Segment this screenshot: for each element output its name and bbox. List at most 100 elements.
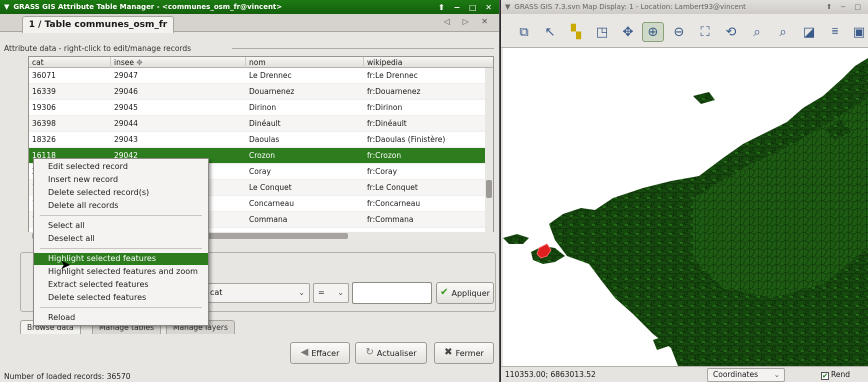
map-canvas[interactable] (503, 48, 868, 366)
checkmark-icon: ✔ (440, 287, 449, 298)
menu-item-reload[interactable]: Reload (34, 312, 208, 324)
table-cell-wikipedia: fr:Le Conquet (367, 183, 418, 192)
column-header-nom[interactable]: nom (246, 57, 364, 68)
table-cell-nom: Dinéault (249, 119, 281, 128)
sort-indicator-icon: ✥ (136, 58, 143, 67)
table-cell-insee: 29045 (114, 103, 138, 112)
zoom-layer-icon[interactable]: ⌕ (772, 22, 794, 42)
chevron-down-icon: ⌄ (773, 370, 780, 379)
table-row[interactable]: 36398 29044 Dinéault fr:Dinéault (29, 116, 493, 132)
west-tip (503, 234, 529, 244)
context-menu: Edit selected record Insert new record D… (33, 158, 209, 326)
table-cell-wikipedia: fr:Dirinon (367, 103, 403, 112)
right-window-controls[interactable]: ⬆ − □ (826, 3, 864, 11)
zoom-out-icon[interactable]: ⊖ (668, 22, 690, 42)
menu-separator (40, 215, 202, 216)
map-display-window: ▼ GRASS GIS 7.3.svn Map Display: 1 - Loc… (501, 0, 868, 382)
query-icon[interactable]: ◳ (591, 22, 613, 42)
table-cell-nom: Daoulas (249, 135, 280, 144)
table-cell-insee: 29044 (114, 119, 138, 128)
table-row[interactable]: 19306 29045 Dirinon fr:Dirinon (29, 100, 493, 116)
left-titlebar[interactable]: ▼ GRASS GIS Attribute Table Manager - <c… (0, 0, 499, 14)
erase-icon: ◀ (300, 347, 309, 358)
pointer-icon[interactable]: ↖ (539, 22, 561, 42)
grid-vertical-scrollbar[interactable] (485, 68, 493, 235)
render-checkbox[interactable]: ✔ Rend (821, 370, 850, 380)
sql-value-input[interactable] (352, 282, 432, 304)
menu-item-extract-selected-features[interactable]: Extract selected features (34, 279, 208, 291)
decorations-icon[interactable]: ▣ (848, 22, 868, 42)
table-cell-wikipedia: fr:Concarneau (367, 199, 421, 208)
table-cell-nom: Dirinon (249, 103, 277, 112)
clear-button[interactable]: ◀ Effacer (290, 342, 350, 364)
vertical-scroll-thumb[interactable] (486, 180, 492, 198)
menu-item-edit-selected-record[interactable]: Edit selected record (34, 161, 208, 173)
table-cell-cat: 16339 (32, 87, 56, 96)
zoom-options-icon[interactable]: ⌕ (746, 22, 768, 42)
table-row[interactable]: 36071 29047 Le Drennec fr:Le Drennec (29, 68, 493, 84)
grid-header: cat insee ✥ nom wikipedia (29, 57, 493, 68)
zoom-back-icon[interactable]: ⟲ (720, 22, 742, 42)
table-cell-cat: 18326 (32, 135, 56, 144)
island (693, 92, 715, 104)
table-cell-insee: 29047 (114, 71, 138, 80)
map-statusbar: 110353.00; 6863013.52 Coordinates ⌄ ✔ Rend (501, 366, 868, 382)
table-cell-insee: 29043 (114, 135, 138, 144)
table-cell-cat: 36071 (32, 71, 56, 80)
sql-operator-select[interactable]: = ⌄ (313, 283, 349, 303)
table-row[interactable]: 16339 29046 Douarnenez fr:Douarnenez (29, 84, 493, 100)
table-cell-wikipedia: fr:Le Drennec (367, 71, 418, 80)
refresh-button[interactable]: ↻ Actualiser (355, 342, 427, 364)
table-cell-nom: Le Drennec (249, 71, 292, 80)
select-features-icon[interactable]: ▚ (565, 22, 587, 42)
menu-separator (40, 307, 202, 308)
right-titlebar[interactable]: ▼ GRASS GIS 7.3.svn Map Display: 1 - Loc… (501, 0, 868, 14)
statusbar-mode-select[interactable]: Coordinates ⌄ (707, 368, 785, 382)
zoom-extent-icon[interactable]: ⛶ (694, 22, 716, 42)
tab-table-communes[interactable]: 1 / Table communes_osm_fr (22, 16, 174, 33)
table-cell-wikipedia: fr:Douarnenez (367, 87, 421, 96)
table-cell-wikipedia: fr:Dinéault (367, 119, 407, 128)
table-cell-nom: Douarnenez (249, 87, 295, 96)
checkbox-checked-icon[interactable]: ✔ (821, 372, 829, 380)
table-tabstrip: 1 / Table communes_osm_fr ◁ ▷ ✕ (0, 14, 499, 33)
legend-icon[interactable]: ≣ (824, 22, 846, 42)
window-menu-icon[interactable]: ▼ (505, 3, 510, 11)
right-window-title: GRASS GIS 7.3.svn Map Display: 1 - Locat… (514, 3, 746, 11)
window-menu-icon[interactable]: ▼ (4, 3, 9, 11)
column-header-wikipedia[interactable]: wikipedia (364, 57, 493, 68)
records-status: Number of loaded records: 36570 (4, 372, 131, 381)
table-cell-wikipedia: fr:Crozon (367, 151, 402, 160)
table-cell-wikipedia: fr:Daoulas (Finistère) (367, 135, 446, 144)
menu-item-delete-selected-records[interactable]: Delete selected record(s) (34, 187, 208, 199)
column-header-cat[interactable]: cat (29, 57, 111, 68)
apply-button[interactable]: ✔ Appliquer (436, 282, 494, 304)
brittany-communes-map (503, 58, 868, 366)
left-window-title: GRASS GIS Attribute Table Manager - <com… (13, 3, 283, 11)
attribute-data-group-label: Attribute data - right-click to edit/man… (4, 44, 192, 53)
table-cell-nom: Crozon (249, 151, 276, 160)
menu-item-deselect-all[interactable]: Deselect all (34, 233, 208, 245)
tab-navigation-icons[interactable]: ◁ ▷ ✕ (444, 17, 493, 26)
zoom-in-icon[interactable]: ⊕ (642, 22, 664, 42)
coordinates-readout: 110353.00; 6863013.52 (505, 370, 596, 379)
refresh-icon: ↻ (365, 347, 374, 358)
map-toolbar: ⧉ ↖ ▚ ◳ ✥ ⊕ ⊖ ⛶ ⟲ ⌕ ⌕ ◪ ≣ ▣ (501, 14, 868, 48)
menu-item-delete-selected-features[interactable]: Delete selected features (34, 292, 208, 304)
table-cell-insee: 29046 (114, 87, 138, 96)
table-row[interactable]: 18326 29043 Daoulas fr:Daoulas (Finistère) (29, 132, 493, 148)
pan-icon[interactable]: ✥ (617, 22, 639, 42)
close-button[interactable]: ✖ Fermer (434, 342, 494, 364)
sql-column-select[interactable]: cat ⌄ (206, 283, 310, 303)
table-cell-nom: Coray (249, 167, 271, 176)
menu-separator (40, 248, 202, 249)
menu-item-select-all[interactable]: Select all (34, 220, 208, 232)
left-window-controls[interactable]: ⬆ − □ ✕ (438, 3, 495, 12)
table-cell-nom: Le Conquet (249, 183, 292, 192)
column-header-insee[interactable]: insee ✥ (111, 57, 246, 68)
display-map-icon[interactable]: ⧉ (513, 22, 535, 42)
menu-item-delete-all-records[interactable]: Delete all records (34, 200, 208, 212)
menu-item-insert-new-record[interactable]: Insert new record (34, 174, 208, 186)
analyze-icon[interactable]: ◪ (798, 22, 820, 42)
mouse-cursor-icon: ➤ (60, 258, 71, 273)
